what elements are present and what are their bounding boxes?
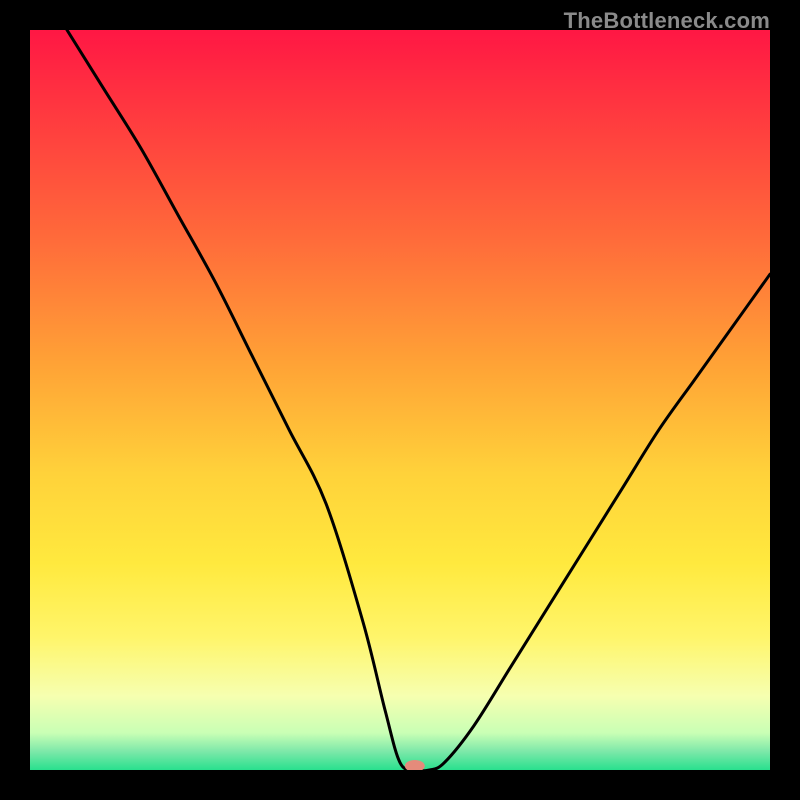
gradient-background bbox=[30, 30, 770, 770]
watermark-text: TheBottleneck.com bbox=[564, 8, 770, 34]
plot-area bbox=[30, 30, 770, 770]
chart-frame: TheBottleneck.com bbox=[0, 0, 800, 800]
bottleneck-chart bbox=[30, 30, 770, 770]
